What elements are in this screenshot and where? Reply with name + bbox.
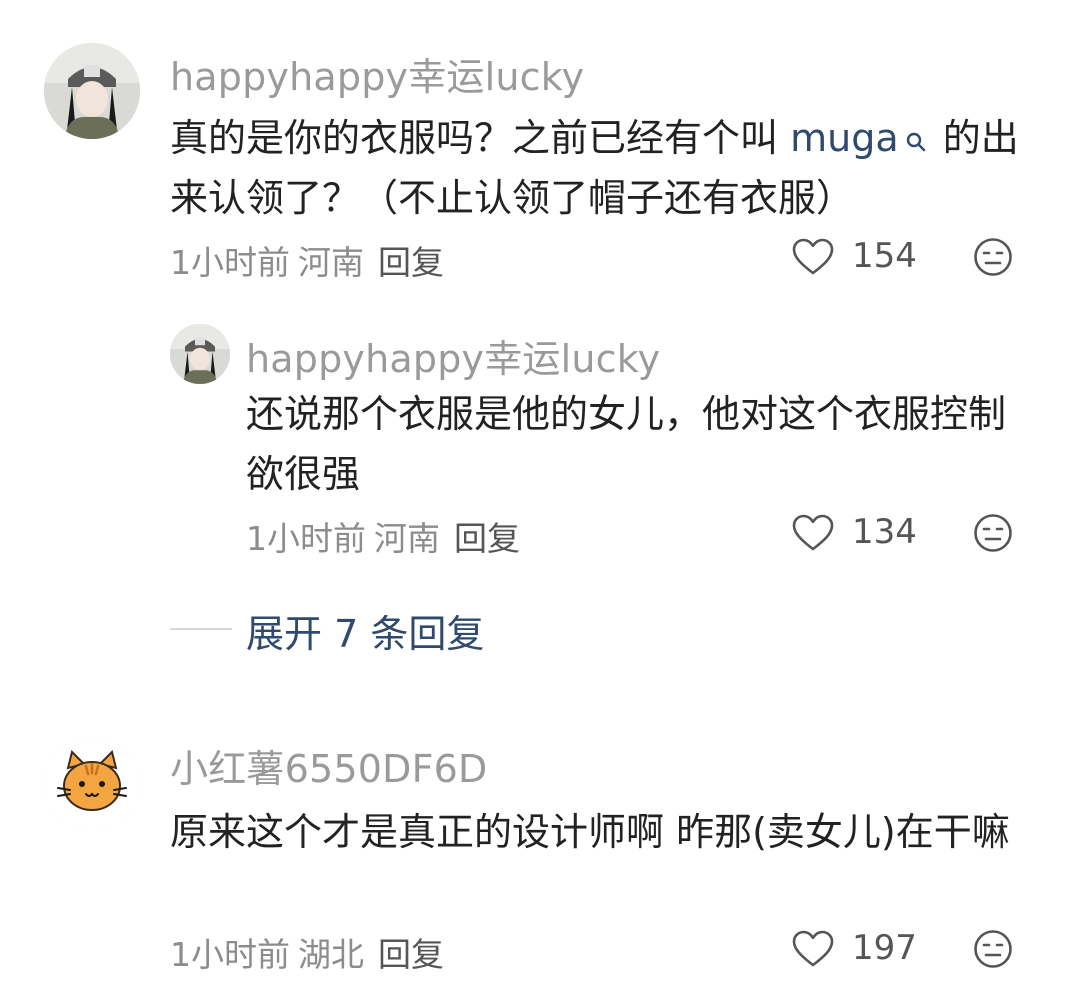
comment-text: 原来这个才是真正的设计师啊 昨那(卖女儿)在干嘛	[170, 810, 1010, 854]
cat-avatar-icon	[44, 736, 140, 832]
meh-face-icon[interactable]	[973, 929, 1013, 969]
heart-outline-icon[interactable]	[791, 929, 835, 969]
expand-replies-button[interactable]: 展开 7 条回复	[246, 603, 484, 658]
mention-link[interactable]: muga	[790, 116, 931, 160]
comment-text: 真的是你的衣服吗？之前已经有个叫 muga 的出来认领了？（不止认领了帽子还有衣…	[170, 108, 1040, 228]
comment-time: 1小时前	[170, 935, 290, 974]
comment-username[interactable]: happyhappy幸运lucky	[170, 46, 584, 101]
reply-button[interactable]: 回复	[454, 519, 520, 558]
comment-region: 湖北	[298, 935, 364, 974]
reply-text: 还说那个衣服是他的女儿，他对这个衣服控制欲很强	[246, 392, 1007, 496]
heart-outline-icon[interactable]	[791, 513, 835, 553]
like-count: 197	[852, 928, 917, 968]
reply-button[interactable]: 回复	[378, 935, 444, 974]
expand-divider	[170, 628, 232, 630]
comment-time: 1小时前	[170, 243, 290, 282]
mention-label: muga	[790, 116, 899, 160]
search-icon	[906, 132, 925, 152]
heart-outline-icon[interactable]	[791, 237, 835, 277]
comment-text-part: 真的是你的衣服吗？之前已经有个叫	[170, 116, 791, 160]
avatar-photo	[44, 43, 140, 139]
reply-region: 河南	[374, 519, 440, 558]
reply-time: 1小时前	[246, 519, 366, 558]
reply-button[interactable]: 回复	[378, 243, 444, 282]
avatar[interactable]	[44, 43, 140, 139]
comment-region: 河南	[298, 243, 364, 282]
comment-username[interactable]: 小红薯6550DF6D	[170, 738, 487, 793]
comment-meta: 1小时前 河南 回复	[170, 236, 444, 284]
meh-face-icon[interactable]	[973, 513, 1013, 553]
like-count: 154	[852, 236, 917, 276]
avatar[interactable]	[44, 736, 140, 832]
reply-meta: 1小时前 河南 回复	[246, 512, 520, 560]
comment-meta: 1小时前 湖北 回复	[170, 928, 444, 976]
meh-face-icon[interactable]	[973, 237, 1013, 277]
avatar-photo	[170, 324, 230, 384]
avatar[interactable]	[170, 324, 230, 384]
reply-username[interactable]: happyhappy幸运lucky	[246, 328, 660, 383]
like-count: 134	[852, 512, 917, 552]
